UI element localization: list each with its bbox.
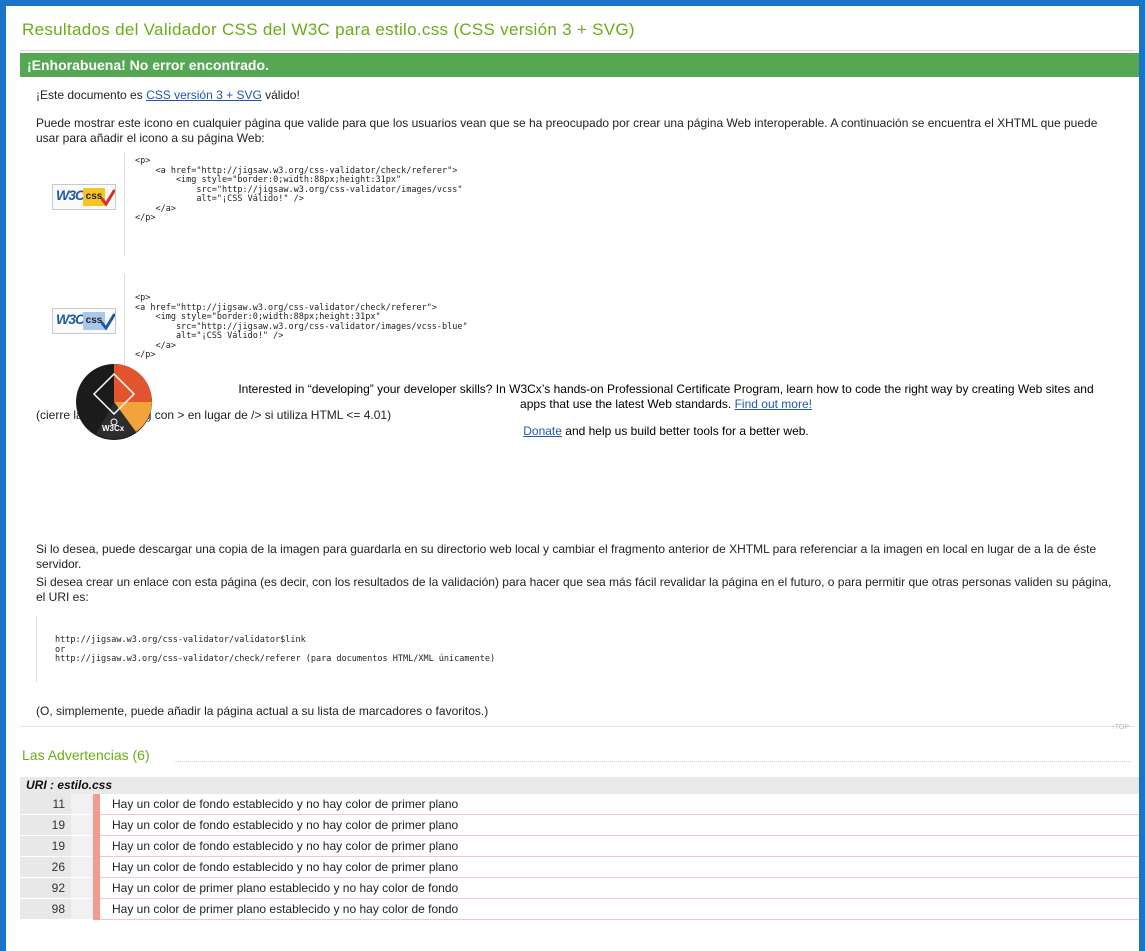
valid-suffix: válido! bbox=[261, 88, 300, 102]
warning-message: Hay un color de fondo establecido y no h… bbox=[100, 856, 1139, 878]
warning-message: Hay un color de fondo establecido y no h… bbox=[100, 835, 1139, 857]
donate-link[interactable]: Donate bbox=[523, 424, 562, 438]
bookmark-note: (O, simplemente, puede añadir la página … bbox=[36, 704, 489, 718]
title-divider bbox=[20, 50, 1135, 51]
warning-row: 26 Hay un color de fondo establecido y no… bbox=[20, 856, 1139, 878]
warning-marker bbox=[93, 898, 100, 920]
uri-snippet-box: http://jigsaw.w3.org/css-validator/valid… bbox=[36, 616, 496, 682]
promo-block: Interested in “developing” your develope… bbox=[236, 370, 1096, 451]
donate-paragraph: Donate and help us build better tools fo… bbox=[236, 424, 1096, 439]
warning-context-cell bbox=[71, 814, 93, 836]
w3cx-logo-label: W3Cx bbox=[102, 424, 125, 433]
w3c-logo-text: W3C bbox=[56, 311, 85, 327]
warning-marker bbox=[93, 814, 100, 836]
warning-row: 98 Hay un color de primer plano estableci… bbox=[20, 898, 1139, 920]
warning-marker bbox=[93, 856, 100, 878]
blue-code-snippet-box: <p> <a href="http://jigsaw.w3.org/css-va… bbox=[124, 274, 468, 382]
warning-line-number: 19 bbox=[20, 835, 71, 857]
w3c-logo-text: W3C bbox=[56, 187, 85, 203]
valid-css-badge-blue[interactable]: W3C css bbox=[52, 308, 116, 334]
icon-explanation: Puede mostrar este icono en cualquier pá… bbox=[36, 116, 1098, 145]
warning-message: Hay un color de fondo establecido y no h… bbox=[100, 794, 1139, 815]
warning-context-cell bbox=[71, 898, 93, 920]
success-banner: ¡Enhorabuena! No error encontrado. bbox=[20, 53, 1139, 77]
download-note: Si lo desea, puede descargar una copia d… bbox=[36, 542, 1097, 571]
warning-marker bbox=[93, 877, 100, 899]
warnings-title-rule bbox=[174, 761, 1131, 762]
warning-marker bbox=[93, 835, 100, 857]
section-divider bbox=[20, 726, 1135, 727]
blue-code-snippet: <p> <a href="http://jigsaw.w3.org/css-va… bbox=[135, 293, 468, 360]
promo-text: Interested in “developing” your develope… bbox=[238, 382, 1094, 411]
valid-css-badge-gold[interactable]: W3C css bbox=[52, 184, 116, 210]
warning-context-cell bbox=[71, 835, 93, 857]
check-icon bbox=[101, 313, 115, 331]
warning-context-cell bbox=[71, 794, 93, 815]
warning-row: 19 Hay un color de fondo establecido y no… bbox=[20, 814, 1139, 836]
find-out-more-link[interactable]: Find out more! bbox=[735, 397, 812, 411]
donate-text: and help us build better tools for a bet… bbox=[561, 424, 809, 438]
warning-line-number: 11 bbox=[20, 794, 71, 815]
warning-line-number: 92 bbox=[20, 877, 71, 899]
warnings-table: 11 Hay un color de fondo establecido y no… bbox=[20, 794, 1139, 920]
page-title: Resultados del Validador CSS del W3C par… bbox=[22, 20, 635, 39]
validator-frame: Resultados del Validador CSS del W3C par… bbox=[0, 0, 1145, 951]
link-note: Si desea crear un enlace con esta página… bbox=[36, 575, 1112, 604]
gold-code-snippet-box: <p> <a href="http://jigsaw.w3.org/css-va… bbox=[124, 152, 463, 256]
w3cx-logo[interactable]: W3Cx bbox=[76, 364, 152, 440]
warnings-table-body: 11 Hay un color de fondo establecido y no… bbox=[20, 794, 1139, 920]
valid-prefix: ¡Este documento es bbox=[36, 88, 147, 102]
gold-code-snippet: <p> <a href="http://jigsaw.w3.org/css-va… bbox=[135, 156, 463, 223]
warning-marker bbox=[93, 794, 100, 815]
warning-message: Hay un color de primer plano establecido… bbox=[100, 898, 1139, 920]
warning-row: 92 Hay un color de primer plano estableci… bbox=[20, 877, 1139, 899]
warning-line-number: 26 bbox=[20, 856, 71, 878]
valid-statement: ¡Este documento es CSS versión 3 + SVG v… bbox=[36, 88, 300, 103]
css-profile-link[interactable]: CSS versión 3 + SVG bbox=[146, 88, 262, 102]
warning-line-number: 19 bbox=[20, 814, 71, 836]
warnings-uri-header: URI : estilo.css bbox=[20, 777, 1139, 794]
warning-row: 19 Hay un color de fondo establecido y no… bbox=[20, 835, 1139, 857]
back-to-top-link[interactable]: ↑TOP bbox=[1111, 724, 1129, 731]
warnings-title[interactable]: Las Advertencias (6) bbox=[22, 747, 150, 763]
uri-snippet: http://jigsaw.w3.org/css-validator/valid… bbox=[55, 635, 496, 664]
warning-message: Hay un color de fondo establecido y no h… bbox=[100, 814, 1139, 836]
warning-row: 11 Hay un color de fondo establecido y no… bbox=[20, 794, 1139, 815]
warning-message: Hay un color de primer plano establecido… bbox=[100, 877, 1139, 899]
warning-context-cell bbox=[71, 877, 93, 899]
check-icon bbox=[101, 189, 115, 207]
warning-context-cell bbox=[71, 856, 93, 878]
warning-line-number: 98 bbox=[20, 898, 71, 920]
promo-paragraph: Interested in “developing” your develope… bbox=[236, 382, 1096, 412]
